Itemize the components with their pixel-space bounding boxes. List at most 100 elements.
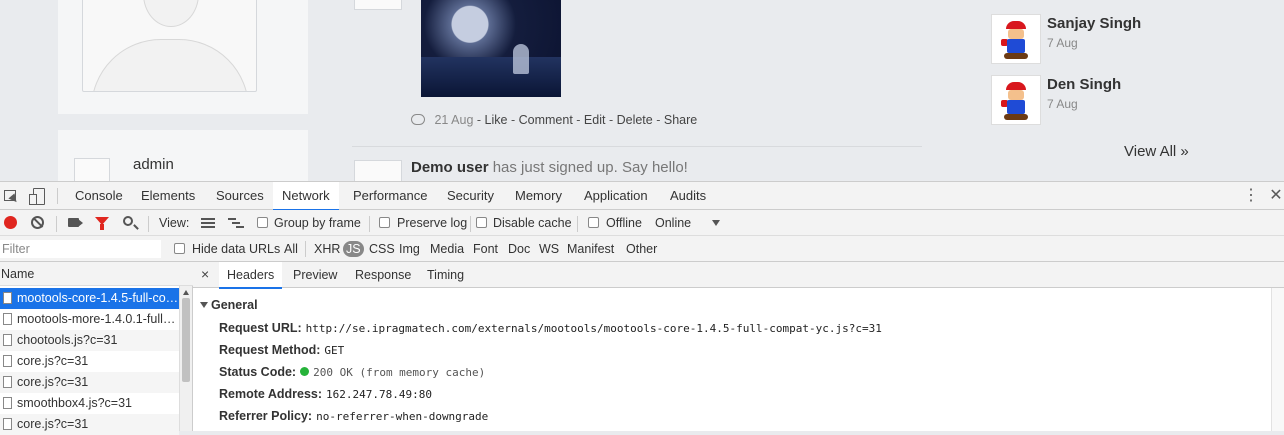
tab-elements[interactable]: Elements bbox=[132, 182, 204, 210]
file-icon bbox=[3, 397, 12, 409]
file-icon bbox=[3, 355, 12, 367]
filter-type-font[interactable]: Font bbox=[472, 241, 499, 257]
inspect-element-icon[interactable] bbox=[3, 188, 19, 204]
file-icon bbox=[3, 334, 12, 346]
tab-preview[interactable]: Preview bbox=[285, 262, 345, 288]
scroll-up-icon[interactable] bbox=[183, 290, 189, 295]
filter-type-xhr[interactable]: XHR bbox=[313, 241, 341, 257]
delete-link[interactable]: Delete bbox=[617, 113, 653, 127]
request-method-row: Request Method: GET bbox=[219, 343, 345, 357]
profile-avatar[interactable] bbox=[82, 0, 257, 92]
signup-user-link[interactable]: Demo user bbox=[411, 159, 489, 176]
member-avatar[interactable] bbox=[991, 75, 1041, 125]
close-details-icon[interactable]: × bbox=[201, 266, 209, 282]
requests-list: Name mootools-core-1.4.5-full-com... moo… bbox=[0, 262, 193, 435]
status-code-row: Status Code: 200 OK (from memory cache) bbox=[219, 365, 486, 379]
name-column-header[interactable]: Name bbox=[0, 262, 193, 286]
close-devtools-icon[interactable]: ✕ bbox=[1268, 188, 1284, 204]
post-author-avatar[interactable] bbox=[354, 0, 402, 10]
preserve-log-label[interactable]: Preserve log bbox=[397, 210, 467, 236]
tab-response[interactable]: Response bbox=[347, 262, 419, 288]
tab-network[interactable]: Network bbox=[273, 182, 339, 211]
filter-type-all[interactable]: All bbox=[283, 241, 299, 257]
member-item[interactable]: Den Singh 7 Aug bbox=[991, 75, 1211, 125]
remote-address-row: Remote Address: 162.247.78.49:80 bbox=[219, 387, 433, 401]
overview-icon[interactable] bbox=[228, 218, 244, 228]
tab-application[interactable]: Application bbox=[575, 182, 657, 210]
member-name[interactable]: Sanjay Singh bbox=[1047, 15, 1141, 32]
device-toolbar-icon[interactable] bbox=[29, 188, 45, 205]
capture-screenshots-icon[interactable] bbox=[68, 218, 79, 227]
request-row[interactable]: core.js?c=31 bbox=[0, 351, 179, 372]
disable-cache-label[interactable]: Disable cache bbox=[493, 210, 572, 236]
request-details: × Headers Preview Response Timing Genera… bbox=[193, 262, 1284, 431]
status-code-value: 200 OK (from memory cache) bbox=[313, 366, 486, 379]
file-icon bbox=[3, 418, 12, 430]
tab-timing[interactable]: Timing bbox=[419, 262, 472, 288]
filter-type-css[interactable]: CSS bbox=[368, 241, 396, 257]
tab-security[interactable]: Security bbox=[438, 182, 503, 210]
large-rows-icon[interactable] bbox=[201, 218, 215, 228]
offline-checkbox[interactable] bbox=[588, 217, 599, 228]
more-options-icon[interactable]: ⋮ bbox=[1243, 188, 1259, 204]
tab-sources[interactable]: Sources bbox=[207, 182, 273, 210]
general-section-header[interactable]: General bbox=[200, 298, 258, 312]
details-tabbar: × Headers Preview Response Timing bbox=[193, 262, 1284, 289]
group-by-frame-label[interactable]: Group by frame bbox=[274, 210, 361, 236]
view-all-link[interactable]: View All » bbox=[1124, 143, 1189, 160]
like-link[interactable]: Like bbox=[485, 113, 508, 127]
filter-bar: Hide data URLs All XHR JS CSS Img Media … bbox=[0, 236, 1284, 262]
request-row[interactable]: mootools-core-1.4.5-full-com... bbox=[0, 288, 179, 309]
filter-type-ws[interactable]: WS bbox=[538, 241, 560, 257]
tab-headers[interactable]: Headers bbox=[219, 262, 283, 289]
referrer-policy-row: Referrer Policy: no-referrer-when-downgra… bbox=[219, 409, 489, 423]
tab-console[interactable]: Console bbox=[66, 182, 132, 210]
filter-icon[interactable] bbox=[95, 217, 109, 230]
signup-avatar[interactable] bbox=[354, 160, 402, 181]
record-icon[interactable] bbox=[4, 216, 17, 229]
member-name[interactable]: Den Singh bbox=[1047, 76, 1121, 93]
search-icon[interactable] bbox=[123, 216, 133, 226]
request-row[interactable]: mootools-more-1.4.0.1-full-c... bbox=[0, 309, 179, 330]
tab-performance[interactable]: Performance bbox=[344, 182, 436, 210]
tab-memory[interactable]: Memory bbox=[506, 182, 571, 210]
filter-type-media[interactable]: Media bbox=[429, 241, 465, 257]
admin-name[interactable]: admin bbox=[133, 156, 174, 173]
group-by-frame-checkbox[interactable] bbox=[257, 217, 268, 228]
share-link[interactable]: Share bbox=[664, 113, 697, 127]
scroll-thumb[interactable] bbox=[182, 298, 190, 382]
signup-message: has just signed up. Say hello! bbox=[492, 159, 688, 176]
filter-type-other[interactable]: Other bbox=[625, 241, 658, 257]
clear-icon[interactable] bbox=[31, 216, 44, 229]
details-scrollbar[interactable] bbox=[1271, 288, 1284, 431]
throttling-select[interactable]: Online bbox=[655, 210, 691, 236]
member-item[interactable]: Sanjay Singh 7 Aug bbox=[991, 14, 1211, 64]
chevron-down-icon[interactable] bbox=[712, 220, 720, 226]
network-toolbar: View: Group by frame Preserve log Disabl… bbox=[0, 210, 1284, 236]
admin-avatar[interactable] bbox=[74, 158, 110, 181]
remote-address-value: 162.247.78.49:80 bbox=[326, 388, 433, 401]
hide-data-urls-label[interactable]: Hide data URLs bbox=[191, 241, 281, 257]
tab-audits[interactable]: Audits bbox=[661, 182, 715, 210]
preserve-log-checkbox[interactable] bbox=[379, 217, 390, 228]
hide-data-urls-checkbox[interactable] bbox=[174, 243, 185, 254]
member-date: 7 Aug bbox=[1047, 36, 1078, 50]
offline-label[interactable]: Offline bbox=[606, 210, 642, 236]
filter-type-doc[interactable]: Doc bbox=[507, 241, 531, 257]
edit-link[interactable]: Edit bbox=[584, 113, 606, 127]
member-avatar[interactable] bbox=[991, 14, 1041, 64]
post-photo[interactable] bbox=[421, 0, 561, 97]
filter-type-img[interactable]: Img bbox=[398, 241, 421, 257]
request-row[interactable]: chootools.js?c=31 bbox=[0, 330, 179, 351]
disable-cache-checkbox[interactable] bbox=[476, 217, 487, 228]
file-icon bbox=[3, 292, 12, 304]
filter-type-manifest[interactable]: Manifest bbox=[566, 241, 615, 257]
request-row[interactable]: smoothbox4.js?c=31 bbox=[0, 393, 179, 414]
comment-link[interactable]: Comment bbox=[519, 113, 573, 127]
member-date: 7 Aug bbox=[1047, 97, 1078, 111]
requests-scrollbar[interactable] bbox=[179, 286, 192, 431]
request-row[interactable]: core.js?c=31 bbox=[0, 372, 179, 393]
filter-type-js[interactable]: JS bbox=[343, 241, 364, 257]
filter-input[interactable] bbox=[0, 240, 161, 258]
request-row[interactable]: core.js?c=31 bbox=[0, 414, 179, 435]
